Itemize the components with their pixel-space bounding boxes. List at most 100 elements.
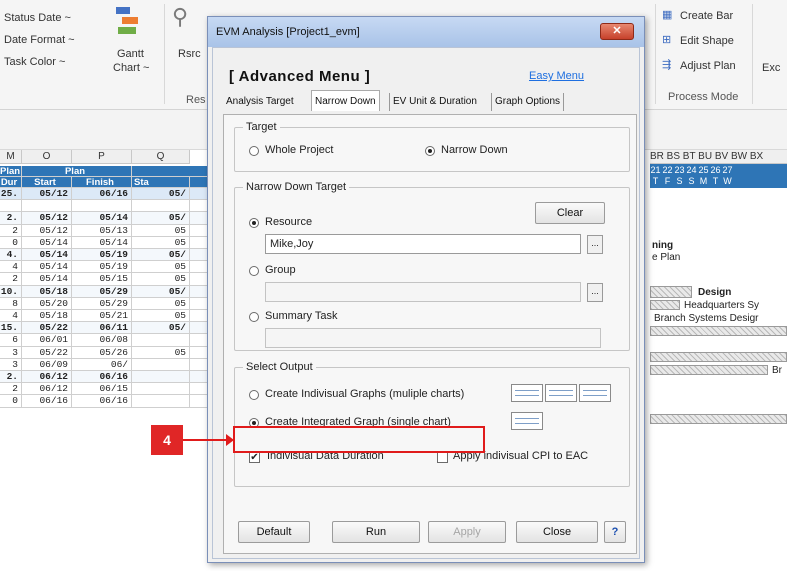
- table-cell[interactable]: 06/12: [22, 371, 72, 383]
- table-cell[interactable]: 2: [0, 273, 22, 285]
- narrow-down-radio[interactable]: [425, 146, 435, 156]
- gantt-chart-icon[interactable]: [114, 6, 142, 36]
- table-cell[interactable]: 2.: [0, 371, 22, 383]
- table-cell[interactable]: 06/16: [72, 371, 132, 383]
- table-cell[interactable]: 05/18: [22, 310, 72, 322]
- easy-menu-link[interactable]: Easy Menu: [529, 70, 584, 82]
- tab-ev-unit-duration[interactable]: EV Unit & Duration: [389, 93, 480, 111]
- column-header[interactable]: O: [22, 150, 72, 164]
- whole-project-radio[interactable]: [249, 146, 259, 156]
- tab-analysis-target[interactable]: Analysis Target: [223, 93, 297, 111]
- table-cell[interactable]: 05/: [132, 322, 190, 334]
- column-header[interactable]: M: [0, 150, 22, 164]
- table-cell[interactable]: 3: [0, 346, 22, 358]
- table-cell[interactable]: 06/16: [72, 188, 132, 200]
- table-cell[interactable]: 05/12: [22, 212, 72, 224]
- table-cell[interactable]: [132, 358, 190, 370]
- table-cell[interactable]: 06/15: [72, 383, 132, 395]
- table-cell[interactable]: 6: [0, 334, 22, 346]
- table-cell[interactable]: 05/: [132, 212, 190, 224]
- resource-field[interactable]: Mike,Joy: [265, 234, 581, 254]
- table-cell[interactable]: 05/12: [22, 224, 72, 236]
- summary-task-label[interactable]: Summary Task: [265, 310, 338, 322]
- table-cell[interactable]: 05: [132, 236, 190, 248]
- individual-graphs-label[interactable]: Create Indivisual Graphs (muliple charts…: [265, 388, 464, 400]
- table-cell[interactable]: [132, 395, 190, 407]
- table-cell[interactable]: 8: [0, 297, 22, 309]
- table-cell[interactable]: 2.: [0, 212, 22, 224]
- apply-button[interactable]: Apply: [428, 521, 506, 543]
- resource-icon[interactable]: ⚲: [172, 4, 188, 30]
- table-cell[interactable]: 05/14: [22, 273, 72, 285]
- whole-project-label[interactable]: Whole Project: [265, 144, 333, 156]
- table-cell[interactable]: 2: [0, 224, 22, 236]
- resource-radio[interactable]: [249, 218, 259, 228]
- table-cell[interactable]: 05/20: [22, 297, 72, 309]
- resource-browse-button[interactable]: ...: [587, 235, 603, 254]
- export-button[interactable]: Exc: [762, 62, 780, 74]
- gantt-bar[interactable]: [650, 352, 787, 362]
- table-cell[interactable]: 15.: [0, 322, 22, 334]
- table-cell[interactable]: 4: [0, 261, 22, 273]
- summary-task-radio[interactable]: [249, 312, 259, 322]
- table-cell[interactable]: 05/18: [22, 285, 72, 297]
- table-cell[interactable]: 05: [132, 261, 190, 273]
- narrow-down-label[interactable]: Narrow Down: [441, 144, 508, 156]
- individual-duration-checkbox[interactable]: ✔: [249, 452, 260, 463]
- resource-label[interactable]: Resource: [265, 216, 312, 228]
- table-cell[interactable]: 05/14: [72, 212, 132, 224]
- group-browse-button[interactable]: ...: [587, 283, 603, 302]
- resource-button[interactable]: Rsrc: [178, 48, 201, 60]
- task-color-menu[interactable]: Task Color ~: [4, 56, 65, 68]
- table-cell[interactable]: 05/19: [72, 261, 132, 273]
- table-cell[interactable]: 4.: [0, 249, 22, 261]
- table-cell[interactable]: [132, 200, 190, 212]
- table-cell[interactable]: 0: [0, 236, 22, 248]
- run-button[interactable]: Run: [332, 521, 420, 543]
- close-icon[interactable]: ✕: [600, 23, 634, 40]
- edit-shape-button[interactable]: Edit Shape: [680, 35, 734, 47]
- column-header[interactable]: P: [72, 150, 132, 164]
- table-cell[interactable]: [132, 383, 190, 395]
- table-cell[interactable]: 06/12: [22, 383, 72, 395]
- clear-button[interactable]: Clear: [535, 202, 605, 224]
- adjust-plan-button[interactable]: Adjust Plan: [680, 60, 736, 72]
- table-cell[interactable]: 10.: [0, 285, 22, 297]
- table-cell[interactable]: 05/: [132, 249, 190, 261]
- table-cell[interactable]: 25.: [0, 188, 22, 200]
- table-cell[interactable]: 05/15: [72, 273, 132, 285]
- table-cell[interactable]: 0: [0, 395, 22, 407]
- table-cell[interactable]: 06/16: [22, 395, 72, 407]
- gantt-bar[interactable]: [650, 286, 692, 298]
- table-cell[interactable]: 05/14: [22, 261, 72, 273]
- dialog-titlebar[interactable]: EVM Analysis [Project1_evm] ✕: [208, 17, 644, 47]
- table-cell[interactable]: 05/22: [22, 322, 72, 334]
- individual-graphs-radio[interactable]: [249, 390, 259, 400]
- status-date-menu[interactable]: Status Date ~: [4, 12, 71, 24]
- table-cell[interactable]: 05/26: [72, 346, 132, 358]
- table-cell[interactable]: 06/09: [22, 358, 72, 370]
- table-cell[interactable]: 4: [0, 310, 22, 322]
- group-label[interactable]: Group: [265, 264, 296, 276]
- table-cell[interactable]: 06/16: [72, 395, 132, 407]
- table-cell[interactable]: 2: [0, 383, 22, 395]
- help-button[interactable]: ?: [604, 521, 626, 543]
- table-cell[interactable]: 06/11: [72, 322, 132, 334]
- default-button[interactable]: Default: [238, 521, 310, 543]
- table-cell[interactable]: 05/: [132, 188, 190, 200]
- table-cell[interactable]: 05: [132, 310, 190, 322]
- gantt-bar[interactable]: [650, 365, 768, 375]
- group-radio[interactable]: [249, 266, 259, 276]
- table-cell[interactable]: 05/19: [72, 249, 132, 261]
- gantt-bar[interactable]: [650, 326, 787, 336]
- table-cell[interactable]: 05/22: [22, 346, 72, 358]
- gantt-chart-dropdown[interactable]: Chart ~: [113, 62, 149, 74]
- table-cell[interactable]: 06/08: [72, 334, 132, 346]
- gantt-bar[interactable]: [650, 414, 787, 424]
- summary-task-field[interactable]: [265, 328, 601, 348]
- column-header[interactable]: Q: [132, 150, 190, 164]
- table-cell[interactable]: [22, 200, 72, 212]
- tab-narrow-down[interactable]: Narrow Down: [311, 90, 380, 111]
- table-cell[interactable]: 05/14: [72, 236, 132, 248]
- table-cell[interactable]: 05/13: [72, 224, 132, 236]
